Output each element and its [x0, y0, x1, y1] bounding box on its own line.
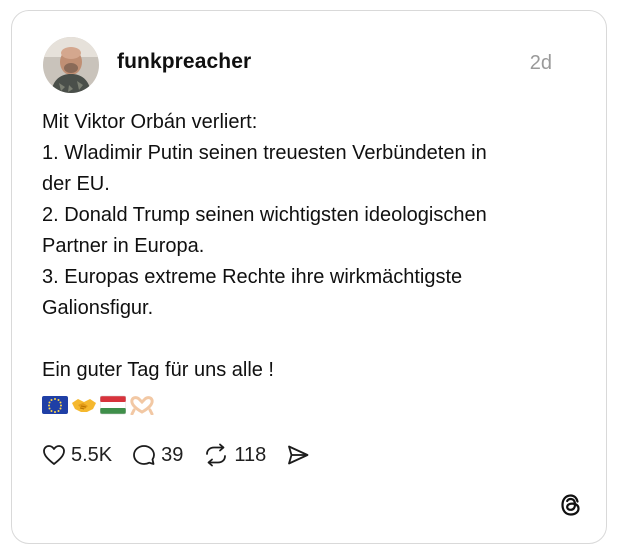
- post-line: Partner in Europa.: [42, 235, 205, 257]
- share-button[interactable]: [286, 444, 315, 466]
- post-card: funkpreacher 2d Mit Viktor Orbán verlier…: [11, 10, 607, 544]
- post-line: Galionsfigur.: [42, 297, 154, 319]
- like-count: 5.5K: [71, 443, 113, 466]
- post-line: 3. Europas extreme Rechte ihre wirkmächt…: [42, 266, 463, 288]
- post-body: Mit Viktor Orbán verliert: 1. Wladimir P…: [42, 107, 572, 386]
- repost-button[interactable]: 118: [203, 443, 266, 467]
- timestamp[interactable]: 2d: [530, 52, 552, 75]
- post-actions: 5.5K 39 118: [42, 441, 335, 469]
- hungary-flag-icon: [100, 395, 126, 415]
- post-line: Mit Viktor Orbán verliert:: [42, 111, 258, 133]
- heart-hands-icon: [129, 395, 155, 415]
- handshake-icon: [71, 395, 97, 415]
- avatar[interactable]: [43, 37, 99, 93]
- repost-count: 118: [234, 443, 267, 466]
- eu-flag-icon: [42, 395, 68, 415]
- post-line: 2. Donald Trump seinen wichtigsten ideol…: [42, 204, 487, 226]
- reply-count: 39: [161, 443, 184, 466]
- emoji-row: [42, 392, 155, 418]
- like-button[interactable]: 5.5K: [42, 444, 112, 467]
- post-line: 1. Wladimir Putin seinen treuesten Verbü…: [42, 142, 487, 164]
- comment-icon: [132, 444, 161, 466]
- repost-icon: [203, 443, 234, 467]
- share-icon: [286, 444, 315, 466]
- heart-icon: [42, 444, 71, 466]
- post-line: Ein guter Tag für uns alle !: [42, 359, 274, 381]
- reply-button[interactable]: 39: [132, 444, 183, 467]
- threads-logo-icon[interactable]: [558, 492, 584, 518]
- post-line-blank: [42, 324, 572, 355]
- username[interactable]: funkpreacher: [117, 50, 251, 74]
- post-line: der EU.: [42, 173, 110, 195]
